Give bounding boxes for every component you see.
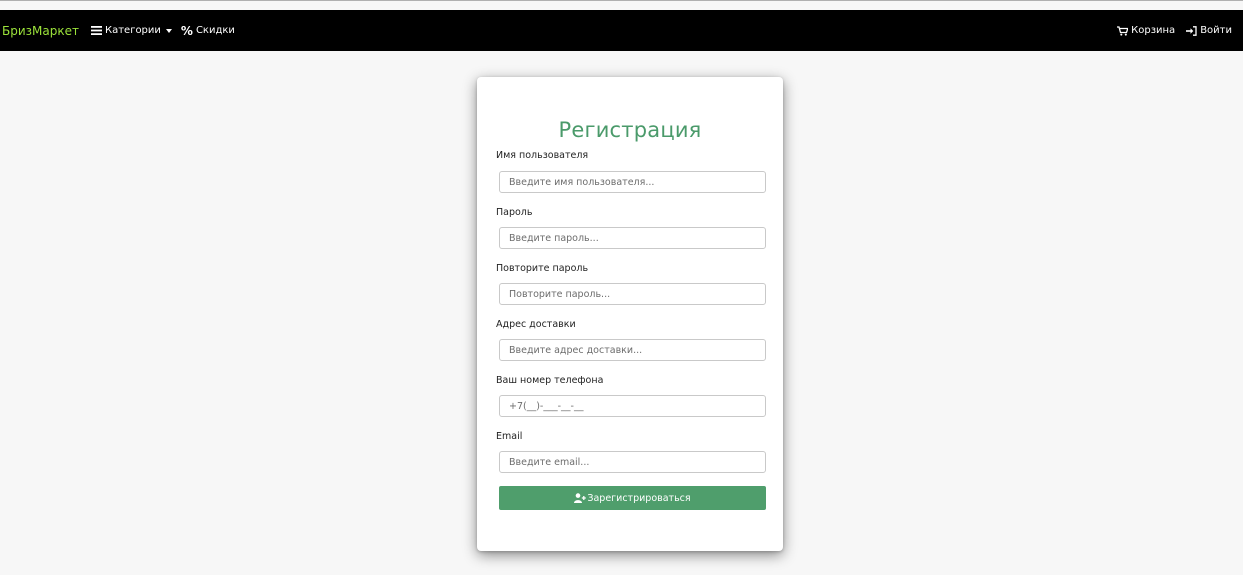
discounts-label: Скидки <box>195 25 235 36</box>
register-button-label: Зарегистрироваться <box>587 492 691 504</box>
user-plus-icon <box>574 493 587 503</box>
username-input[interactable] <box>499 171 766 193</box>
categories-label: Категории <box>104 25 161 36</box>
delivery-address-label: Адрес доставки <box>496 319 576 330</box>
list-icon <box>90 26 102 35</box>
registration-card: Регистрация Имя пользователя Пароль Повт… <box>477 77 783 551</box>
email-input[interactable] <box>499 451 766 473</box>
login-label: Войти <box>1200 25 1232 36</box>
register-button[interactable]: Зарегистрироваться <box>499 486 766 510</box>
password-label: Пароль <box>496 207 533 218</box>
cart-icon <box>1117 25 1129 36</box>
caret-down-icon <box>165 28 172 33</box>
password-input[interactable] <box>499 227 766 249</box>
phone-label: Ваш номер телефона <box>496 375 604 386</box>
phone-input[interactable] <box>499 395 766 417</box>
repeat-password-input[interactable] <box>499 283 766 305</box>
login-link[interactable]: Войти <box>1186 25 1232 36</box>
discounts-link[interactable]: % Скидки <box>181 24 235 38</box>
repeat-password-label: Повторите пароль <box>496 263 589 274</box>
percent-icon: % <box>180 23 193 38</box>
navbar: БризМаркет Категории % Скидки Корзина Во… <box>0 10 1243 51</box>
top-border <box>0 0 1243 1</box>
username-label: Имя пользователя <box>496 150 589 161</box>
page-title: Регистрация <box>558 118 702 142</box>
cart-link[interactable]: Корзина <box>1117 25 1175 36</box>
email-label: Email <box>496 431 523 442</box>
cart-label: Корзина <box>1131 25 1176 36</box>
sign-in-icon <box>1186 25 1197 36</box>
delivery-address-input[interactable] <box>499 339 766 361</box>
categories-dropdown[interactable]: Категории <box>90 25 172 36</box>
brand-logo[interactable]: БризМаркет <box>2 24 79 38</box>
